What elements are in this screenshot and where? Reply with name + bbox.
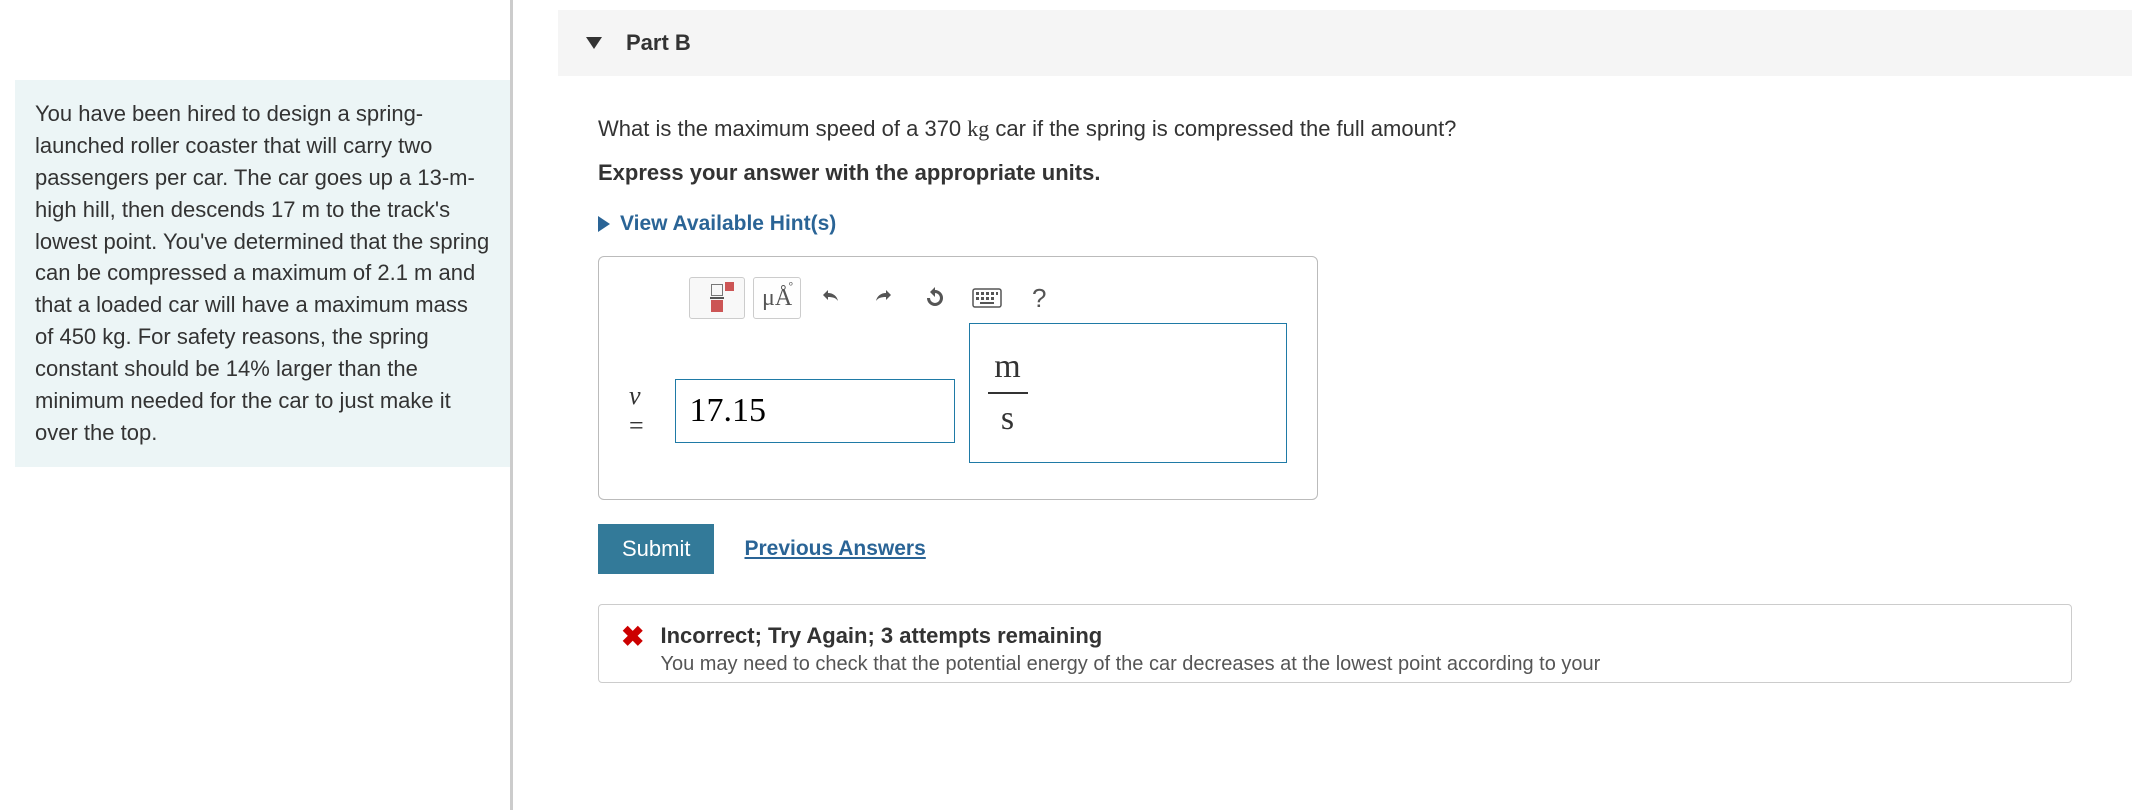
answer-units-input[interactable]: m s [969,323,1288,463]
answer-variable: v = [629,381,661,441]
reset-button[interactable] [913,277,957,319]
ring-accent-icon: ∘ [787,277,794,290]
help-label: ? [1032,283,1046,314]
previous-answers-link[interactable]: Previous Answers [744,537,925,561]
answer-panel: μÅ ∘ ? [598,256,1318,500]
hints-label: View Available Hint(s) [620,212,836,236]
right-pane: Part B What is the maximum speed of a 37… [528,0,2152,810]
submit-button[interactable]: Submit [598,524,714,574]
caret-down-icon [586,37,602,49]
keyboard-button[interactable] [965,277,1009,319]
question-pre: What is the maximum speed of a 370 [598,116,967,141]
part-title: Part B [626,30,691,56]
pane-divider [510,0,513,810]
answer-row: v = m s [599,329,1317,499]
submit-row: Submit Previous Answers [598,524,2112,574]
caret-right-icon [598,216,610,232]
incorrect-x-icon: ✖ [621,623,644,651]
symbols-button[interactable]: μÅ ∘ [753,277,801,319]
question-text: What is the maximum speed of a 370 kg ca… [598,116,2112,142]
left-pane: You have been hired to design a spring-l… [0,0,510,810]
feedback-box: ✖ Incorrect; Try Again; 3 attempts remai… [598,604,2072,683]
feedback-title: Incorrect; Try Again; 3 attempts remaini… [660,623,1600,649]
templates-button[interactable] [689,277,745,319]
unit-numerator: m [994,348,1020,386]
problem-text: You have been hired to design a spring-l… [35,101,489,445]
view-hints-toggle[interactable]: View Available Hint(s) [598,212,2112,236]
part-body: What is the maximum speed of a 370 kg ca… [558,76,2152,683]
unit-fraction: m s [988,348,1028,438]
unit-denominator: s [1001,400,1014,438]
undo-button[interactable] [809,277,853,319]
feedback-subtext: You may need to check that the potential… [660,653,1600,676]
reset-icon [923,286,947,310]
redo-button[interactable] [861,277,905,319]
answer-instruction: Express your answer with the appropriate… [598,160,2112,186]
feedback-content: Incorrect; Try Again; 3 attempts remaini… [660,623,1600,676]
answer-value-input[interactable] [675,379,955,443]
part-header[interactable]: Part B [558,10,2132,76]
fraction-bar-icon [988,392,1028,394]
question-post: car if the spring is compressed the full… [989,116,1456,141]
undo-icon [819,286,843,310]
question-unit: kg [967,116,989,141]
redo-icon [871,286,895,310]
answer-toolbar: μÅ ∘ ? [599,257,1317,329]
help-button[interactable]: ? [1017,277,1061,319]
template-frac-icon [710,284,724,312]
keyboard-icon [972,288,1002,308]
template-sup-icon [725,282,734,291]
problem-statement: You have been hired to design a spring-l… [15,80,510,467]
